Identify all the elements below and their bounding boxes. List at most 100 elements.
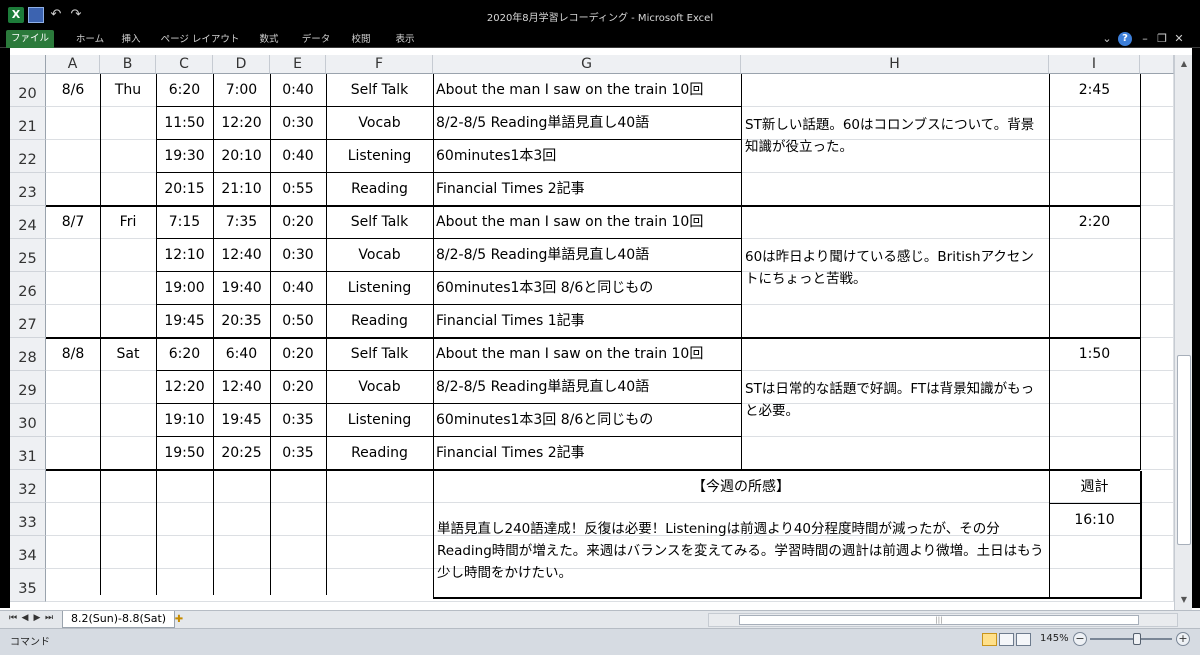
summary-text[interactable]: 単語見直し240語達成！反復は必要！Listeningは前週より40分程度時間が… (437, 518, 1045, 598)
entry-start-time[interactable]: 19:30 (156, 140, 213, 173)
weekly-total-label[interactable]: 週計 (1049, 471, 1140, 504)
day-date[interactable]: 8/8 (46, 338, 100, 371)
day-note[interactable]: 60は昨日より聞けている感じ。Britishアクセントにちょっと苦戦。 (745, 246, 1043, 316)
summary-header[interactable]: 【今週の所感】 (433, 471, 1049, 504)
entry-detail[interactable]: About the man I saw on the train 10回 (433, 338, 741, 371)
page-layout-view-icon[interactable] (999, 633, 1014, 646)
entry-detail[interactable]: 8/2-8/5 Reading単語見直し40語 (433, 107, 741, 140)
entry-duration[interactable]: 0:20 (270, 338, 326, 371)
next-sheet-icon[interactable]: ▶ (32, 613, 42, 623)
entry-category[interactable]: Vocab (326, 239, 433, 272)
horizontal-scrollbar[interactable]: ||| (708, 613, 1178, 627)
insert-sheet-icon[interactable]: ✚ (168, 612, 190, 627)
tab-data[interactable]: データ (298, 32, 334, 48)
entry-duration[interactable]: 0:35 (270, 404, 326, 437)
vertical-scroll-thumb[interactable] (1177, 355, 1191, 545)
page-break-view-icon[interactable] (1016, 633, 1031, 646)
scroll-down-icon[interactable]: ▼ (1177, 593, 1191, 607)
day-note[interactable]: ST新しい話題。60はコロンブスについて。背景知識が役立った。 (745, 114, 1043, 184)
zoom-slider[interactable] (1090, 638, 1172, 640)
last-sheet-icon[interactable]: ⏭ (44, 613, 54, 623)
entry-detail[interactable]: About the man I saw on the train 10回 (433, 206, 741, 239)
row-header-21[interactable]: 21 (10, 107, 46, 140)
weekly-total-value[interactable]: 16:10 (1049, 504, 1140, 537)
column-header-d[interactable]: D (213, 55, 270, 74)
tab-page-layout[interactable]: ページ レイアウト (160, 32, 240, 48)
entry-detail[interactable]: About the man I saw on the train 10回 (433, 74, 741, 107)
zoom-out-icon[interactable]: − (1073, 632, 1087, 646)
zoom-level[interactable]: 145% (1040, 633, 1069, 644)
tab-view[interactable]: 表示 (390, 32, 420, 48)
row-header-25[interactable]: 25 (10, 239, 46, 272)
entry-detail[interactable]: 8/2-8/5 Reading単語見直し40語 (433, 371, 741, 404)
entry-detail[interactable]: 60minutes1本3回 8/6と同じもの (433, 272, 741, 305)
row-header-24[interactable]: 24 (10, 206, 46, 239)
row-header-23[interactable]: 23 (10, 173, 46, 206)
row-header-22[interactable]: 22 (10, 140, 46, 173)
entry-duration[interactable]: 0:40 (270, 272, 326, 305)
entry-duration[interactable]: 0:55 (270, 173, 326, 206)
column-header-c[interactable]: C (156, 55, 213, 74)
entry-category[interactable]: Vocab (326, 371, 433, 404)
day-total[interactable]: 2:20 (1049, 206, 1140, 239)
column-header-i[interactable]: I (1049, 55, 1140, 74)
entry-start-time[interactable]: 6:20 (156, 338, 213, 371)
entry-end-time[interactable]: 6:40 (213, 338, 270, 371)
row-header-30[interactable]: 30 (10, 404, 46, 437)
entry-end-time[interactable]: 21:10 (213, 173, 270, 206)
day-total[interactable]: 1:50 (1049, 338, 1140, 371)
entry-end-time[interactable]: 7:00 (213, 74, 270, 107)
zoom-slider-knob[interactable] (1133, 633, 1141, 645)
day-weekday[interactable]: Thu (100, 74, 156, 107)
sheet-tab-active[interactable]: 8.2(Sun)-8.8(Sat) (62, 611, 176, 628)
entry-category[interactable]: Self Talk (326, 338, 433, 371)
row-header-27[interactable]: 27 (10, 305, 46, 338)
horizontal-scroll-thumb[interactable]: ||| (739, 615, 1139, 625)
entry-start-time[interactable]: 19:00 (156, 272, 213, 305)
column-header-f[interactable]: F (326, 55, 433, 74)
entry-category[interactable]: Listening (326, 404, 433, 437)
entry-detail[interactable]: Financial Times 1記事 (433, 305, 741, 338)
entry-detail[interactable]: 60minutes1本3回 8/6と同じもの (433, 404, 741, 437)
entry-duration[interactable]: 0:40 (270, 74, 326, 107)
first-sheet-icon[interactable]: ⏮ (8, 613, 18, 623)
scroll-up-icon[interactable]: ▲ (1177, 57, 1191, 71)
entry-detail[interactable]: Financial Times 2記事 (433, 437, 741, 470)
help-icon[interactable]: ? (1118, 32, 1132, 46)
entry-category[interactable]: Listening (326, 140, 433, 173)
row-header-29[interactable]: 29 (10, 371, 46, 404)
entry-start-time[interactable]: 20:15 (156, 173, 213, 206)
restore-window-icon[interactable]: ❐ (1155, 32, 1169, 46)
entry-end-time[interactable]: 7:35 (213, 206, 270, 239)
entry-start-time[interactable]: 12:20 (156, 371, 213, 404)
day-date[interactable]: 8/7 (46, 206, 100, 239)
column-header-blank[interactable] (1140, 55, 1174, 74)
entry-start-time[interactable]: 6:20 (156, 74, 213, 107)
entry-end-time[interactable]: 20:25 (213, 437, 270, 470)
column-header-h[interactable]: H (741, 55, 1049, 74)
entry-detail[interactable]: 8/2-8/5 Reading単語見直し40語 (433, 239, 741, 272)
day-weekday[interactable]: Sat (100, 338, 156, 371)
tab-formulas[interactable]: 数式 (254, 32, 284, 48)
entry-start-time[interactable]: 19:10 (156, 404, 213, 437)
entry-detail[interactable]: 60minutes1本3回 (433, 140, 741, 173)
entry-detail[interactable]: Financial Times 2記事 (433, 173, 741, 206)
entry-category[interactable]: Vocab (326, 107, 433, 140)
entry-category[interactable]: Reading (326, 437, 433, 470)
entry-start-time[interactable]: 11:50 (156, 107, 213, 140)
entry-duration[interactable]: 0:50 (270, 305, 326, 338)
entry-end-time[interactable]: 20:10 (213, 140, 270, 173)
entry-start-time[interactable]: 19:45 (156, 305, 213, 338)
entry-end-time[interactable]: 19:45 (213, 404, 270, 437)
row-header-35[interactable]: 35 (10, 569, 46, 602)
entry-duration[interactable]: 0:20 (270, 206, 326, 239)
row-header-20[interactable]: 20 (10, 74, 46, 107)
entry-start-time[interactable]: 7:15 (156, 206, 213, 239)
vertical-scrollbar[interactable]: ▲ ▼ (1174, 55, 1192, 610)
zoom-in-icon[interactable]: + (1176, 632, 1190, 646)
row-header-33[interactable]: 33 (10, 503, 46, 536)
row-header-31[interactable]: 31 (10, 437, 46, 470)
entry-end-time[interactable]: 12:20 (213, 107, 270, 140)
row-header-32[interactable]: 32 (10, 470, 46, 503)
tab-insert[interactable]: 挿入 (116, 32, 146, 48)
